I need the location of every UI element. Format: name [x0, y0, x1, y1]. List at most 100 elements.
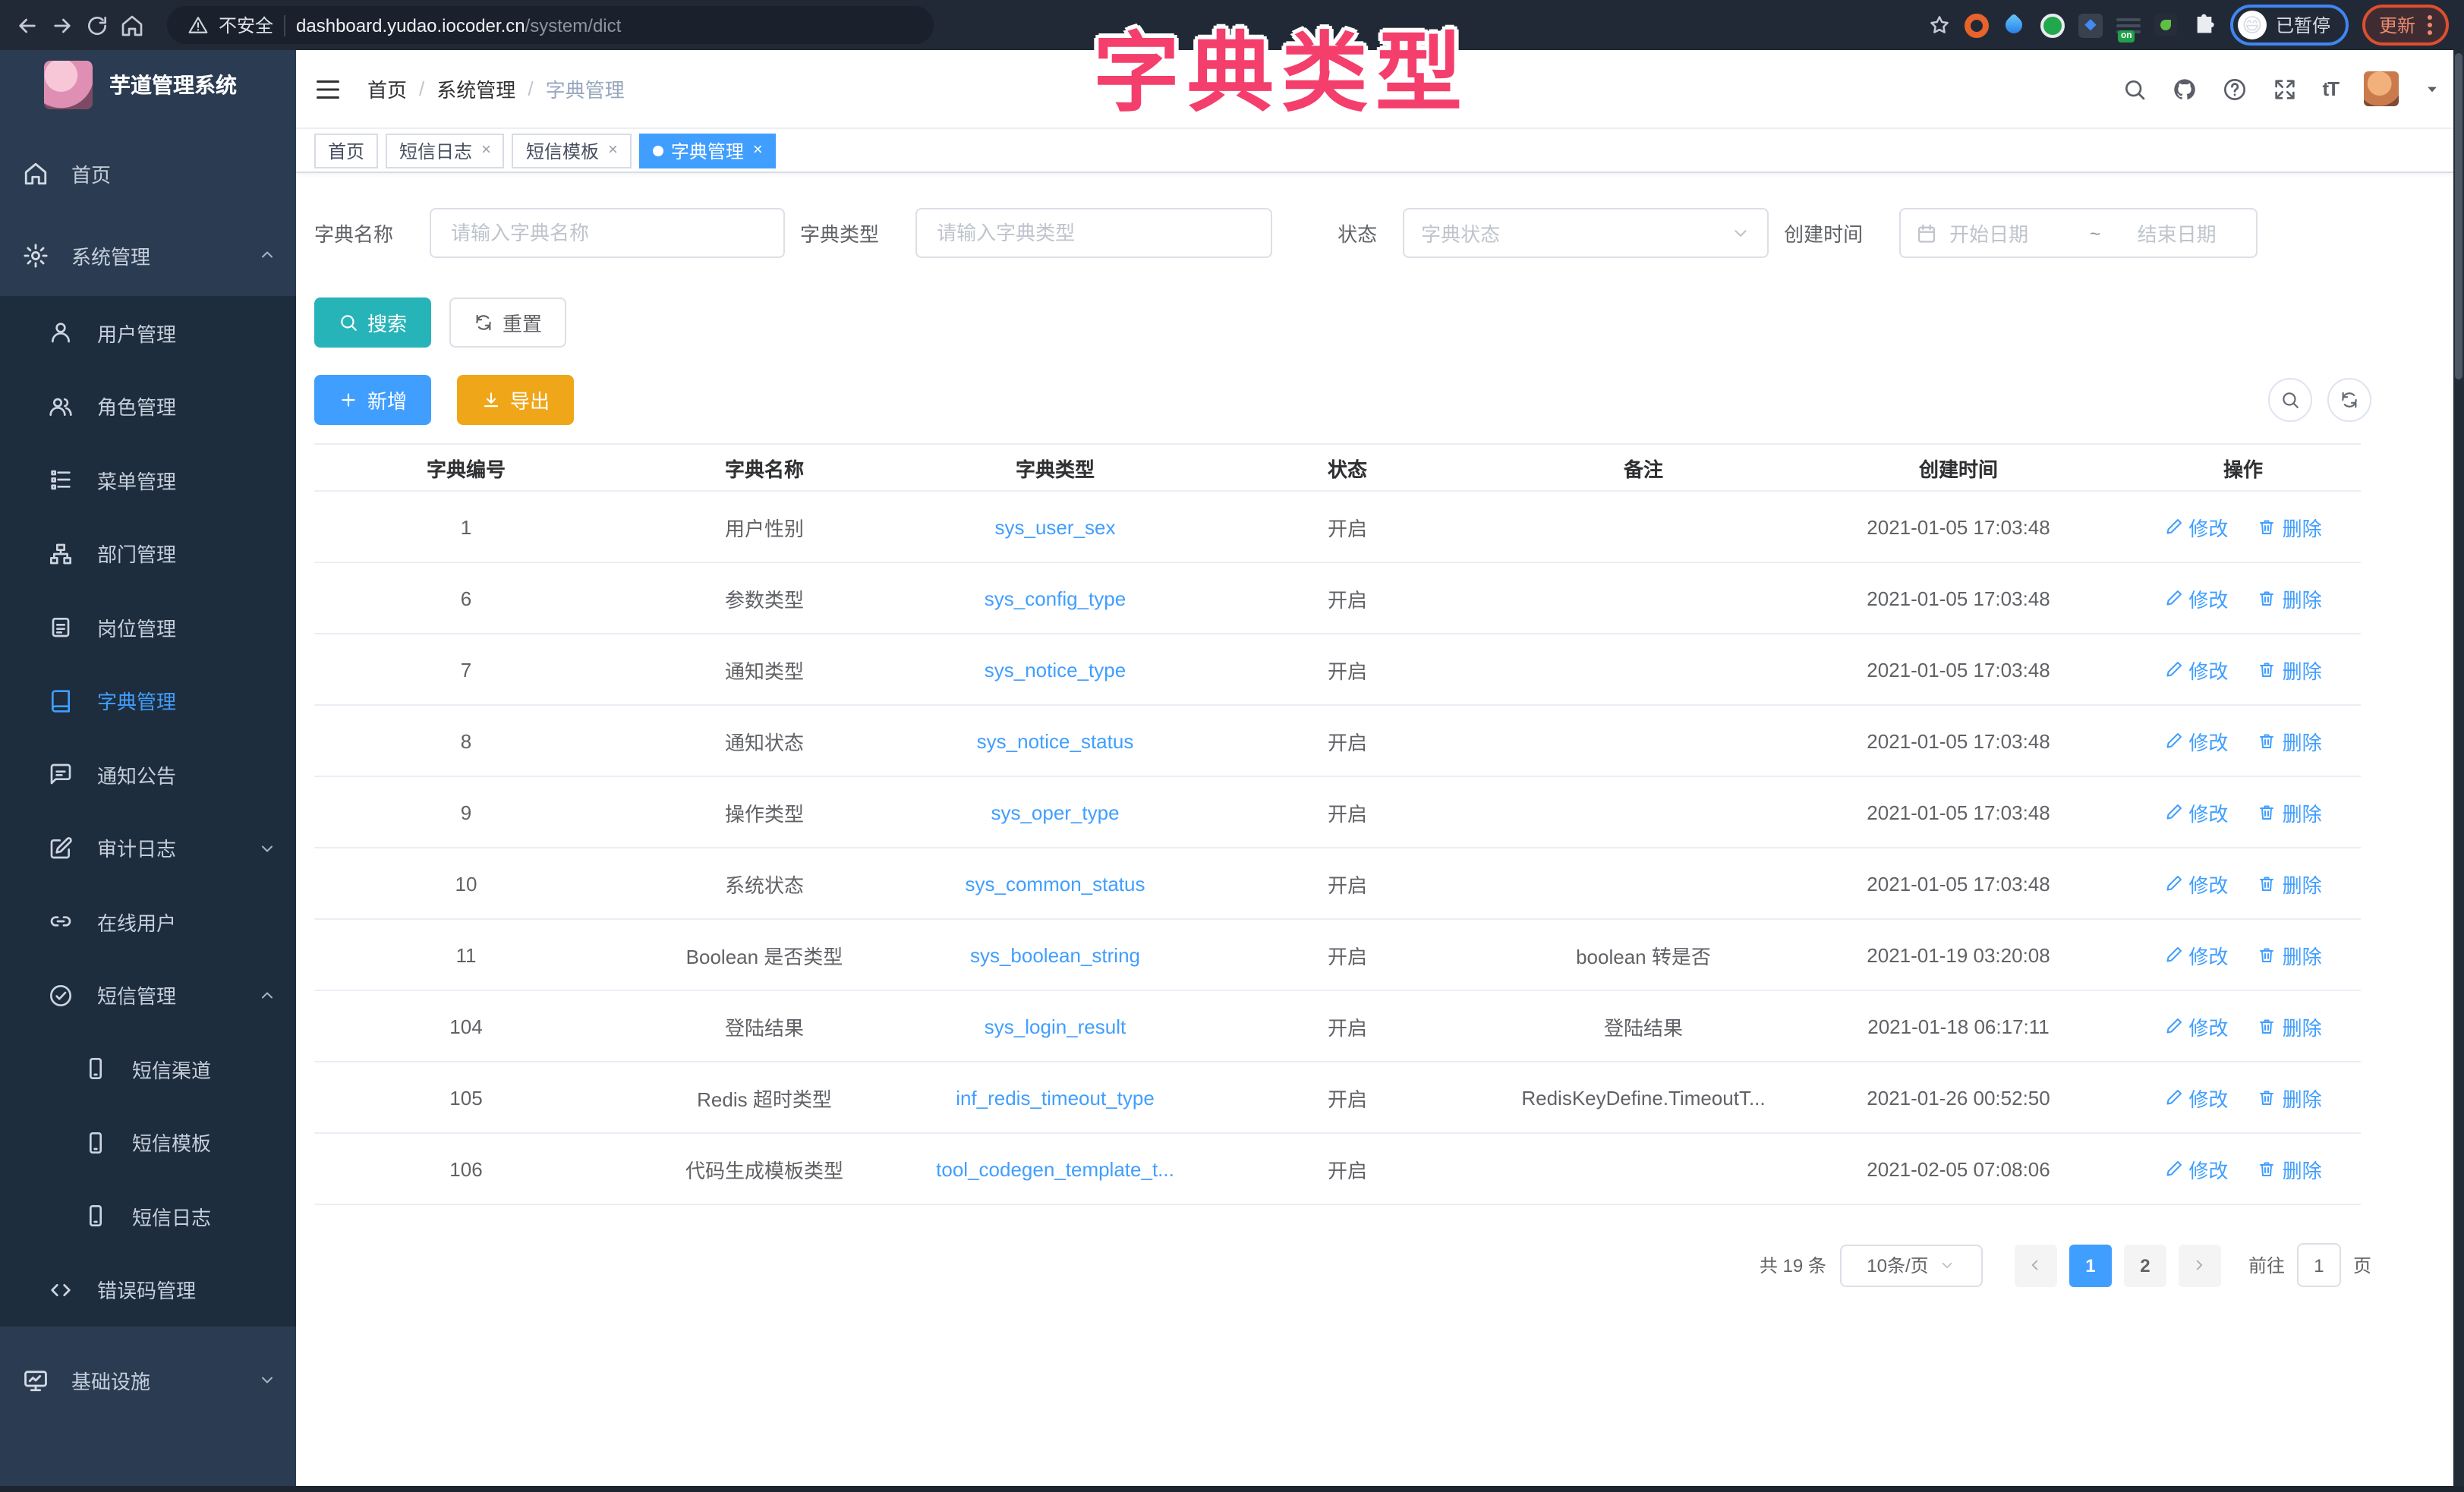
extension-icon-2[interactable]: [2002, 13, 2027, 37]
sidebar-item-dept-mgmt[interactable]: 部门管理: [0, 517, 296, 590]
sidebar-item-error-code[interactable]: 错误码管理: [0, 1253, 296, 1327]
status-select[interactable]: 字典状态: [1403, 208, 1769, 258]
caret-down-icon[interactable]: [2425, 81, 2440, 96]
close-tab-icon[interactable]: ×: [608, 141, 618, 159]
extension-icon-6[interactable]: [2154, 13, 2179, 37]
cell-dict-type-link[interactable]: sys_notice_type: [911, 634, 1199, 705]
sidebar-item-post-mgmt[interactable]: 岗位管理: [0, 590, 296, 664]
delete-link[interactable]: 删除: [2258, 726, 2322, 755]
sidebar-item-sms-log[interactable]: 短信日志: [0, 1179, 296, 1253]
edit-link[interactable]: 修改: [2164, 869, 2228, 898]
github-icon[interactable]: [2172, 77, 2196, 101]
cell-dict-type-link[interactable]: sys_user_sex: [911, 491, 1199, 562]
bookmark-star-icon[interactable]: [1928, 14, 1951, 36]
cell-dict-type-link[interactable]: sys_boolean_string: [911, 919, 1199, 990]
sidebar-item-menu-mgmt[interactable]: 菜单管理: [0, 443, 296, 517]
edit-link[interactable]: 修改: [2164, 1083, 2228, 1112]
close-tab-icon[interactable]: ×: [481, 141, 491, 159]
sidebar-item-sms-template[interactable]: 短信模板: [0, 1106, 296, 1179]
back-icon[interactable]: [15, 13, 39, 37]
cell-dict-type-link[interactable]: sys_oper_type: [911, 776, 1199, 848]
tab-sms-template[interactable]: 短信模板 ×: [512, 133, 632, 168]
cell-dict-type-link[interactable]: inf_redis_timeout_type: [911, 1062, 1199, 1133]
cell-dict-type-link[interactable]: sys_login_result: [911, 990, 1199, 1062]
cell-dict-type-link[interactable]: sys_notice_status: [911, 705, 1199, 776]
search-icon[interactable]: [2122, 77, 2146, 101]
font-size-icon[interactable]: tT: [2322, 77, 2338, 100]
show-search-button[interactable]: [2268, 378, 2312, 422]
delete-link[interactable]: 删除: [2258, 584, 2322, 612]
prev-page-button[interactable]: [2015, 1244, 2057, 1286]
delete-link[interactable]: 删除: [2258, 1154, 2322, 1183]
edit-link[interactable]: 修改: [2164, 1012, 2228, 1040]
delete-link[interactable]: 删除: [2258, 798, 2322, 826]
export-button[interactable]: 导出: [457, 375, 574, 425]
cell-dict-type-link[interactable]: sys_config_type: [911, 562, 1199, 634]
sidebar-item-audit-log[interactable]: 审计日志: [0, 811, 296, 885]
close-tab-icon[interactable]: ×: [753, 141, 763, 159]
extension-icon-4[interactable]: ◆: [2078, 13, 2103, 37]
scrollbar-thumb[interactable]: [2455, 53, 2462, 379]
refresh-table-button[interactable]: [2327, 378, 2371, 422]
sidebar-item-user-mgmt[interactable]: 用户管理: [0, 296, 296, 370]
delete-link[interactable]: 删除: [2258, 1083, 2322, 1112]
page-button-2[interactable]: 2: [2124, 1244, 2166, 1286]
sidebar-item-home[interactable]: 首页: [0, 132, 296, 214]
extension-icon-3[interactable]: [2040, 13, 2065, 37]
sidebar-item-role-mgmt[interactable]: 角色管理: [0, 370, 296, 443]
edit-link[interactable]: 修改: [2164, 584, 2228, 612]
extensions-puzzle-icon[interactable]: [2192, 13, 2217, 37]
reset-button[interactable]: 重置: [449, 297, 566, 348]
cell-dict-type-link[interactable]: tool_codegen_template_t...: [911, 1133, 1199, 1204]
cell-dict-type-link[interactable]: sys_common_status: [911, 848, 1199, 919]
extension-icon-5[interactable]: on: [2116, 13, 2141, 37]
tab-home[interactable]: 首页: [314, 133, 378, 168]
sidebar-item-infra[interactable]: 基础设施: [0, 1339, 296, 1421]
tab-sms-log[interactable]: 短信日志 ×: [386, 133, 505, 168]
delete-link[interactable]: 删除: [2258, 512, 2322, 541]
sidebar-item-notice[interactable]: 通知公告: [0, 738, 296, 811]
edit-link[interactable]: 修改: [2164, 798, 2228, 826]
sidebar-item-sms-channel[interactable]: 短信渠道: [0, 1032, 296, 1106]
sidebar-item-sms-mgmt[interactable]: 短信管理: [0, 958, 296, 1032]
breadcrumb-home[interactable]: 首页: [367, 74, 407, 103]
page-button-1[interactable]: 1: [2069, 1244, 2112, 1286]
sidebar-item-dict-mgmt[interactable]: 字典管理: [0, 664, 296, 738]
delete-link[interactable]: 删除: [2258, 1012, 2322, 1040]
delete-link[interactable]: 删除: [2258, 940, 2322, 969]
goto-page-input[interactable]: [2297, 1243, 2341, 1287]
address-bar[interactable]: 不安全 dashboard.yudao.iocoder.cn/system/di…: [167, 6, 934, 44]
browser-home-icon[interactable]: [120, 13, 144, 37]
edit-link[interactable]: 修改: [2164, 512, 2228, 541]
edit-link[interactable]: 修改: [2164, 1154, 2228, 1183]
collapse-sidebar-icon[interactable]: [314, 75, 342, 102]
browser-update-chip[interactable]: 更新: [2362, 5, 2449, 46]
breadcrumb-system[interactable]: 系统管理: [436, 74, 515, 103]
browser-menu-icon[interactable]: [2428, 15, 2432, 35]
sidebar-item-online-users[interactable]: 在线用户: [0, 885, 296, 958]
forward-icon[interactable]: [50, 13, 74, 37]
next-page-button[interactable]: [2179, 1244, 2221, 1286]
fullscreen-icon[interactable]: [2272, 77, 2296, 101]
chevron-up-icon: [258, 987, 276, 1005]
delete-link[interactable]: 删除: [2258, 869, 2322, 898]
dict-name-input[interactable]: [430, 208, 785, 258]
search-button[interactable]: 搜索: [314, 297, 431, 348]
avatar[interactable]: [2364, 71, 2399, 106]
page-size-select[interactable]: 10条/页: [1840, 1244, 1983, 1286]
app-logo-row[interactable]: 芋道管理系统: [0, 50, 296, 120]
edit-link[interactable]: 修改: [2164, 726, 2228, 755]
window-scrollbar[interactable]: [2453, 50, 2464, 1486]
sidebar-item-system[interactable]: 系统管理: [0, 214, 296, 296]
extension-icon-1[interactable]: [1965, 13, 1989, 37]
add-button[interactable]: 新增: [314, 375, 431, 425]
paused-extension-chip[interactable]: 😄 已暂停: [2230, 5, 2349, 46]
date-range-picker[interactable]: 开始日期 ~ 结束日期: [1899, 208, 2258, 258]
dict-type-input[interactable]: [915, 208, 1272, 258]
edit-link[interactable]: 修改: [2164, 655, 2228, 684]
reload-icon[interactable]: [85, 13, 109, 37]
edit-link[interactable]: 修改: [2164, 940, 2228, 969]
delete-link[interactable]: 删除: [2258, 655, 2322, 684]
tab-dict-mgmt[interactable]: 字典管理 ×: [639, 133, 777, 168]
help-icon[interactable]: [2222, 77, 2246, 101]
